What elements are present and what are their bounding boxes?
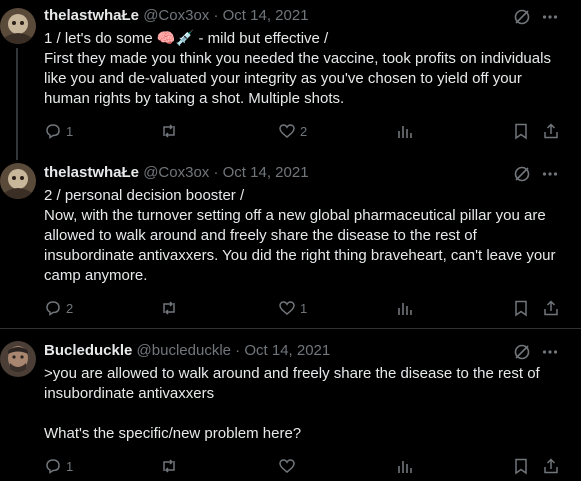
bookmark-icon — [515, 458, 527, 475]
tweet-text-line1-start: 1 / let's do some — [44, 30, 157, 47]
tweet-text: >you are allowed to walk around and free… — [44, 365, 540, 442]
avatar[interactable] — [0, 163, 36, 199]
repost-button[interactable] — [160, 298, 182, 318]
like-count: 1 — [300, 300, 308, 316]
repost-icon — [163, 124, 175, 138]
display-name[interactable]: thelastwhaŁe — [44, 164, 139, 181]
bookmark-button[interactable] — [512, 121, 530, 141]
heart-icon — [279, 124, 295, 138]
bookmark-icon — [515, 300, 527, 317]
reply-button[interactable]: 2 — [44, 298, 73, 318]
more-options-icon[interactable] — [541, 165, 559, 183]
reply-count: 2 — [66, 300, 74, 316]
reply-button[interactable]: 1 — [44, 121, 73, 141]
thread: thelastwhaŁe @Cox3ox · Oct 14, 2021 1 / … — [0, 0, 581, 481]
display-name[interactable]: Bucleduckle — [44, 342, 132, 359]
thread-connector — [16, 48, 18, 160]
share-button[interactable] — [542, 456, 560, 476]
repost-button[interactable] — [160, 121, 182, 141]
action-bar: 2 1 — [44, 298, 564, 318]
timestamp[interactable]: Oct 14, 2021 — [244, 342, 330, 359]
share-icon — [544, 300, 558, 316]
like-button[interactable]: 2 — [278, 121, 307, 141]
repost-button[interactable] — [160, 456, 182, 476]
action-bar: 1 2 — [44, 121, 564, 141]
handle[interactable]: @Cox3ox — [143, 7, 209, 24]
tweet-header: thelastwhaŁe @Cox3ox · Oct 14, 2021 — [44, 163, 309, 183]
tweet-text: 2 / personal decision booster / Now, wit… — [44, 187, 556, 284]
heart-icon — [279, 459, 295, 473]
tweet[interactable]: thelastwhaŁe @Cox3ox · Oct 14, 2021 1 / … — [0, 0, 581, 160]
reply-count: 1 — [66, 123, 74, 139]
bookmark-button[interactable] — [512, 456, 530, 476]
tweet[interactable]: thelastwhaŁe @Cox3ox · Oct 14, 2021 2 / … — [0, 151, 581, 328]
tweet-text-body: First they made you think you needed the… — [44, 50, 556, 107]
tweet-text-line1-end: - mild but effective / — [194, 30, 329, 47]
bookmark-icon — [515, 123, 527, 140]
share-button[interactable] — [542, 298, 560, 318]
like-button[interactable]: 1 — [278, 298, 307, 318]
separator: · — [213, 164, 219, 181]
thread-connector — [16, 151, 18, 160]
grok-icon[interactable] — [513, 8, 531, 26]
more-options-icon[interactable] — [541, 343, 559, 361]
more-options-icon[interactable] — [541, 8, 559, 26]
tweet-header: thelastwhaŁe @Cox3ox · Oct 14, 2021 — [44, 6, 309, 26]
avatar[interactable] — [0, 8, 36, 44]
views-button[interactable] — [396, 298, 414, 318]
action-bar: 1 — [44, 456, 564, 476]
avatar[interactable] — [0, 341, 36, 377]
handle[interactable]: @bucleduckle — [137, 342, 231, 359]
repost-icon — [163, 301, 175, 315]
share-icon — [544, 458, 558, 474]
tweet-text: 1 / let's do some 🧠💉 - mild but effectiv… — [44, 29, 564, 109]
reply-count: 1 — [66, 458, 74, 474]
views-icon — [398, 126, 412, 138]
like-count: 2 — [300, 123, 308, 139]
views-button[interactable] — [396, 456, 414, 476]
views-icon — [398, 461, 412, 473]
share-icon — [544, 123, 558, 139]
tweet[interactable]: Bucleduckle @bucleduckle · Oct 14, 2021 … — [0, 328, 581, 481]
like-button[interactable] — [278, 456, 300, 476]
views-button[interactable] — [396, 121, 414, 141]
share-button[interactable] — [542, 121, 560, 141]
emoji: 🧠💉 — [156, 30, 195, 47]
repost-icon — [163, 459, 175, 473]
separator: · — [213, 7, 219, 24]
timestamp[interactable]: Oct 14, 2021 — [223, 7, 309, 24]
bookmark-button[interactable] — [512, 298, 530, 318]
handle[interactable]: @Cox3ox — [143, 164, 209, 181]
heart-icon — [279, 301, 295, 315]
tweet-header: Bucleduckle @bucleduckle · Oct 14, 2021 — [44, 341, 330, 361]
timestamp[interactable]: Oct 14, 2021 — [223, 164, 309, 181]
views-icon — [398, 303, 412, 315]
reply-icon — [46, 124, 60, 139]
grok-icon[interactable] — [513, 343, 531, 361]
display-name[interactable]: thelastwhaŁe — [44, 7, 139, 24]
reply-button[interactable]: 1 — [44, 456, 73, 476]
reply-icon — [46, 459, 60, 474]
separator: · — [235, 342, 241, 359]
grok-icon[interactable] — [513, 165, 531, 183]
reply-icon — [46, 301, 60, 316]
